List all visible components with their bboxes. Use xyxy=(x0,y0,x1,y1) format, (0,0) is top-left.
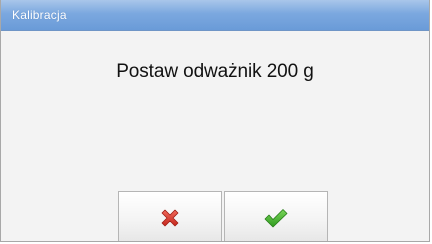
confirm-button[interactable] xyxy=(224,191,328,241)
dialog-window: Kalibracja Postaw odważnik 200 g xyxy=(0,0,430,242)
cancel-button[interactable] xyxy=(118,191,222,241)
dialog-content: Postaw odważnik 200 g xyxy=(1,31,429,241)
instruction-message: Postaw odważnik 200 g xyxy=(116,61,314,82)
window-title: Kalibracja xyxy=(12,8,67,22)
cross-icon xyxy=(161,209,179,226)
checkmark-icon xyxy=(264,208,288,227)
title-bar: Kalibracja xyxy=(1,0,429,31)
